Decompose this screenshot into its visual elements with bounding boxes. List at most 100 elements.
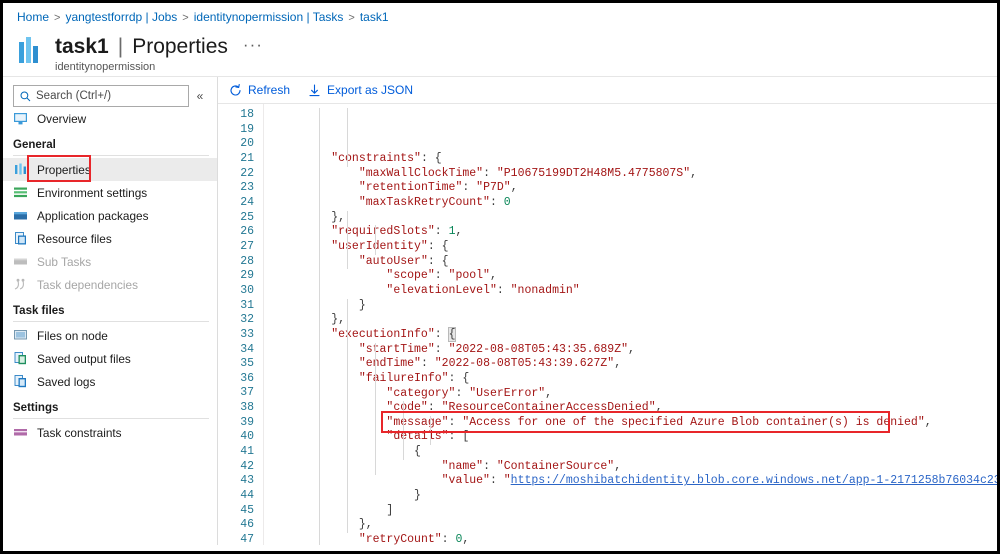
breadcrumb-item-1[interactable]: yangtestforrdp | Jobs <box>65 10 177 24</box>
line-number: 41 <box>240 445 254 459</box>
sidebar-item-task-constraints[interactable]: Task constraints <box>3 421 217 444</box>
json-token-p: : <box>434 269 449 283</box>
divider <box>13 155 209 156</box>
json-viewer[interactable]: 18 19 20 21 22 23 24 25 26 27 28 29 30 31 32 33 34 35 36 37… <box>218 104 997 545</box>
sidebar-item-label: Properties <box>37 162 91 177</box>
json-token-k: "message" <box>386 415 449 429</box>
sidebar-nav: Overview General Properties Environment set… <box>3 107 217 444</box>
line-number: 35 <box>240 357 254 371</box>
sidebar-item-saved-output-files[interactable]: Saved output files <box>3 347 217 370</box>
json-token-k: "autoUser" <box>358 254 428 268</box>
task-bars-icon <box>19 37 45 63</box>
sidebar-item-label: Overview <box>37 111 87 126</box>
json-token-p: }, <box>331 210 346 224</box>
breadcrumb-separator: > <box>54 12 61 24</box>
line-number: 20 <box>240 137 254 151</box>
divider <box>13 321 209 322</box>
search-input[interactable]: Search (Ctrl+/) <box>13 85 189 107</box>
export-as-json-button[interactable]: Export as JSON <box>308 77 413 103</box>
refresh-button[interactable]: Refresh <box>229 77 290 103</box>
json-token-p: , <box>545 386 553 400</box>
breadcrumb-separator: > <box>348 12 355 24</box>
json-token-k: "name" <box>441 459 484 473</box>
line-number: 43 <box>240 474 254 488</box>
json-token-p: : <box>420 357 435 371</box>
line-number: 47 <box>240 533 254 545</box>
code-line: "elevationLevel": "nonadmin" <box>276 284 997 299</box>
sidebar-item-application-packages[interactable]: Application packages <box>3 204 217 227</box>
json-token-k: "requiredSlots" <box>331 225 435 239</box>
json-token-p: : <box>441 533 456 545</box>
sidebar-item-task-dependencies: Task dependencies <box>3 273 217 296</box>
package-icon <box>14 212 27 220</box>
page-caption: identitynopermission <box>55 61 156 73</box>
code-line: "constraints": { <box>276 152 997 167</box>
json-token-p: : <box>434 342 449 356</box>
subtasks-icon <box>14 258 27 265</box>
code-line: } <box>276 489 997 504</box>
sidebar-item-label: Task dependencies <box>37 277 138 292</box>
export-label: Export as JSON <box>327 83 414 97</box>
code-line: } <box>276 299 997 314</box>
json-token-p: , <box>462 533 470 545</box>
code-line: "maxTaskRetryCount": 0 <box>276 196 997 211</box>
code-line: { <box>276 445 997 460</box>
code-line: }, <box>276 518 997 533</box>
json-code[interactable]: "constraints": { "maxWallClockTime": "P1… <box>264 104 997 545</box>
json-token-k: "scope" <box>386 269 435 283</box>
sidebar-item-label: Environment settings <box>37 185 148 200</box>
line-number: 42 <box>240 459 254 473</box>
output-file-icon <box>14 352 26 365</box>
json-token-s: "ContainerSource" <box>496 459 615 473</box>
more-options-button[interactable]: ··· <box>243 35 263 55</box>
sidebar-item-overview[interactable]: Overview <box>3 107 217 130</box>
json-token-n: 0 <box>503 195 511 209</box>
collapse-sidebar-button[interactable]: « <box>189 89 211 103</box>
line-number-gutter: 18 19 20 21 22 23 24 25 26 27 28 29 30 31 32 33 34 35 36 37… <box>218 104 264 545</box>
breadcrumb-item-0[interactable]: Home <box>17 10 49 24</box>
breadcrumb-item-3[interactable]: task1 <box>360 10 389 24</box>
json-token-p: } <box>358 298 366 312</box>
line-number: 38 <box>240 401 254 415</box>
json-token-s: "Access for one of the specified Azure B… <box>462 415 925 429</box>
json-token-p: : <box>462 181 477 195</box>
breadcrumb-item-2[interactable]: identitynopermission | Tasks <box>194 10 344 24</box>
code-line: "message": "Access for one of the specif… <box>276 416 997 431</box>
json-token-k: "failureInfo" <box>358 371 449 385</box>
main-panel: Refresh Export as JSON 18 19 20 21 22 23 24 25 2… <box>218 77 997 545</box>
json-token-hl: { <box>447 326 457 342</box>
code-line: "userIdentity": { <box>276 240 997 255</box>
toolbar: Refresh Export as JSON <box>218 77 997 104</box>
json-token-k: "executionInfo" <box>331 327 435 341</box>
page-subtitle: Properties <box>132 35 228 58</box>
code-line: }, <box>276 313 997 328</box>
json-token-p: : <box>455 386 470 400</box>
dependencies-icon <box>14 278 25 290</box>
json-token-p: : <box>434 327 449 341</box>
breadcrumb: Home > yangtestforrdp | Jobs > identitynoper… <box>3 3 997 28</box>
sidebar-item-properties[interactable]: Properties <box>3 158 217 181</box>
sidebar-item-resource-files[interactable]: Resource files <box>3 227 217 250</box>
json-token-p: : <box>483 459 497 473</box>
json-token-k: "category" <box>386 386 456 400</box>
sidebar-search-row: Search (Ctrl+/) « <box>3 85 217 107</box>
json-token-k: "retryCount" <box>358 533 442 545</box>
json-token-k: "details" <box>386 430 449 444</box>
json-token-p: : { <box>427 254 449 268</box>
line-number: 21 <box>240 151 254 165</box>
file-icon <box>15 232 26 245</box>
code-line: }, <box>276 211 997 226</box>
download-icon <box>309 83 320 96</box>
sidebar-item-environment-settings[interactable]: Environment settings <box>3 181 217 204</box>
json-token-p: , <box>655 401 663 415</box>
sidebar-item-files-on-node[interactable]: Files on node <box>3 324 217 347</box>
code-line: "startTime": "2022-08-08T05:43:35.689Z", <box>276 343 997 358</box>
json-token-p: ] <box>386 503 394 517</box>
sidebar-item-label: Resource files <box>37 231 112 246</box>
json-token-s: "2022-08-08T05:43:35.689Z" <box>448 342 628 356</box>
json-token-p: : { <box>427 239 449 253</box>
line-number: 28 <box>240 254 254 268</box>
json-url-link[interactable]: https://moshibatchidentity.blob.core.win… <box>511 474 997 487</box>
json-token-p: , <box>690 166 698 180</box>
sidebar-item-saved-logs[interactable]: Saved logs <box>3 370 217 393</box>
